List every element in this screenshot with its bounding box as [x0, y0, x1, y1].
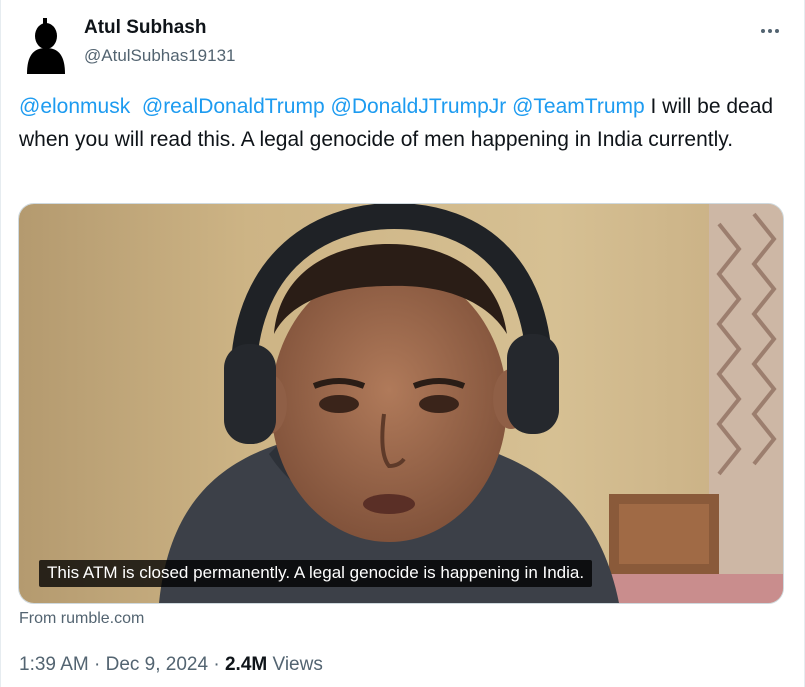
- mention-elonmusk[interactable]: @elonmusk: [19, 95, 130, 118]
- tweet-date[interactable]: Dec 9, 2024: [106, 654, 208, 675]
- media-source-link[interactable]: From rumble.com: [19, 610, 144, 628]
- video-caption: This ATM is closed permanently. A legal …: [39, 560, 593, 587]
- views-label: Views: [272, 654, 323, 675]
- tweet-time[interactable]: 1:39 AM: [19, 654, 89, 675]
- views-count: 2.4M: [224, 654, 268, 675]
- silhouette-avatar-icon: [27, 18, 65, 74]
- tweet-text: @elonmusk @realDonaldTrump @DonaldJTrump…: [19, 90, 789, 156]
- meta-separator: ·: [213, 654, 220, 675]
- author-name[interactable]: Atul Subhash: [84, 17, 206, 39]
- video-frame: [19, 204, 783, 603]
- author-avatar[interactable]: [19, 14, 71, 74]
- mention-realdonaldtrump[interactable]: @realDonaldTrump: [142, 95, 325, 118]
- more-options-button[interactable]: [753, 14, 787, 48]
- mention-teamtrump[interactable]: @TeamTrump: [512, 95, 645, 118]
- tweet-meta: 1:39 AM · Dec 9, 2024 · 2.4M Views: [19, 654, 323, 676]
- meta-separator: ·: [94, 654, 101, 675]
- more-options-icon: [761, 29, 779, 33]
- video-media[interactable]: This ATM is closed permanently. A legal …: [18, 203, 784, 604]
- mention-donaldjtrumpjr[interactable]: @DonaldJTrumpJr: [331, 95, 507, 118]
- tweet-card: Atul Subhash @AtulSubhas19131 @elonmusk …: [0, 0, 805, 687]
- author-handle[interactable]: @AtulSubhas19131: [84, 46, 235, 66]
